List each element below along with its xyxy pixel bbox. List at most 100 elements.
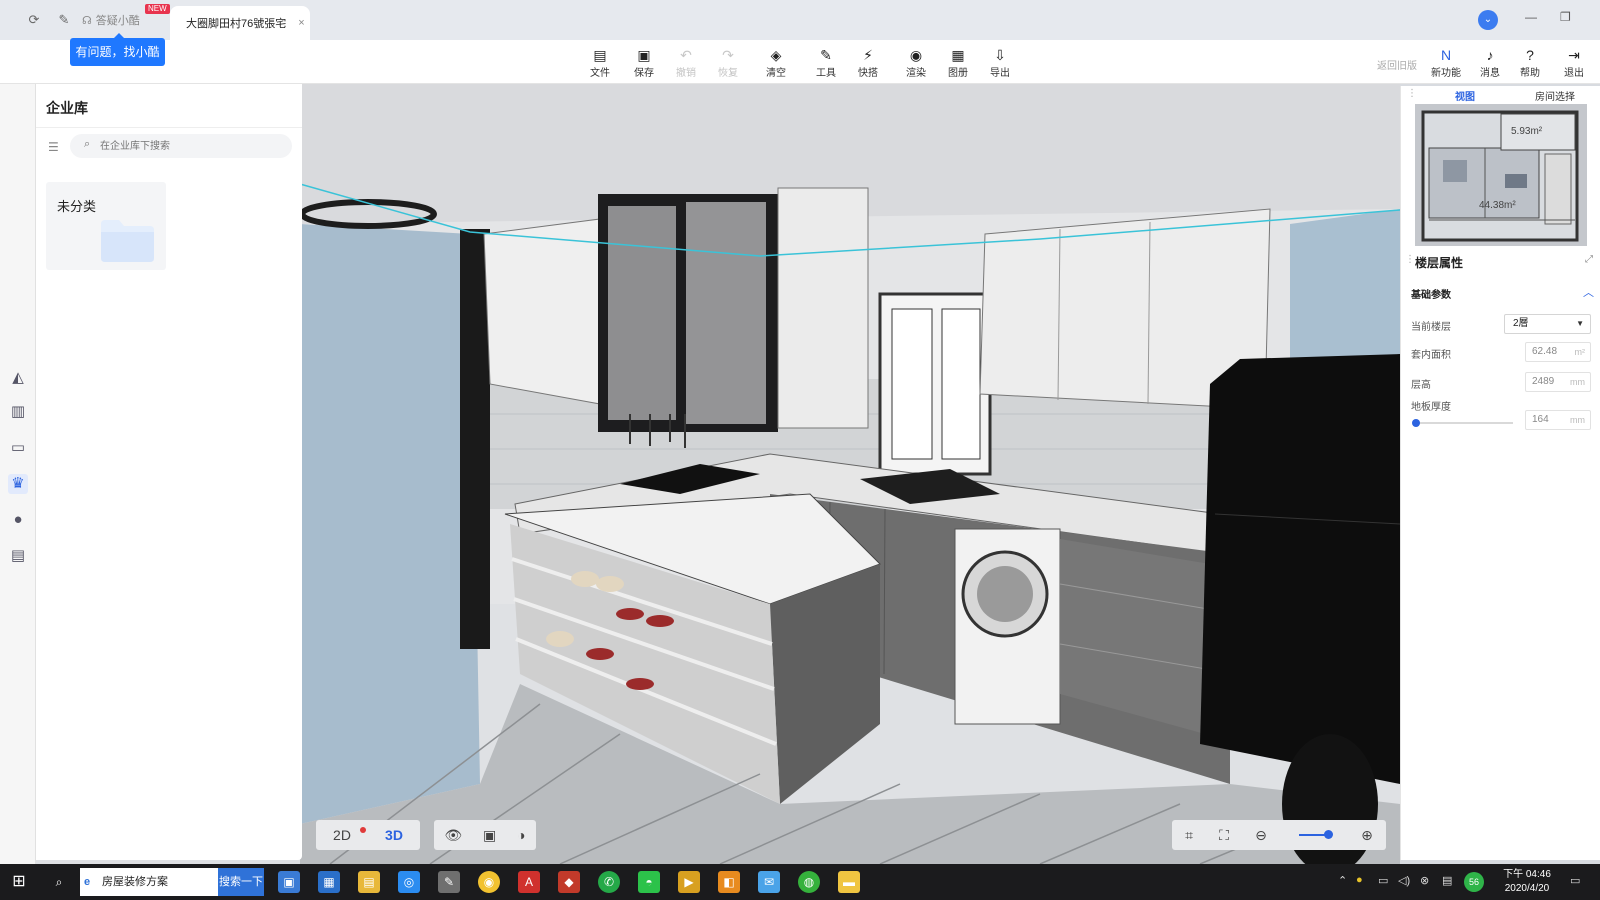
helper-tooltip[interactable]: 有问题，找小酷 bbox=[70, 33, 165, 66]
list-view-icon[interactable]: ☰ bbox=[48, 140, 59, 154]
restore-icon[interactable]: ❐ bbox=[1560, 10, 1571, 24]
paint-app-icon[interactable]: ✎ bbox=[438, 871, 460, 893]
slider-knob[interactable] bbox=[1412, 419, 1420, 427]
chevron-up-icon[interactable]: ⌃ bbox=[1338, 874, 1347, 887]
refresh-icon[interactable]: ⟳ bbox=[26, 12, 42, 28]
cube-icon[interactable]: ▣ bbox=[483, 820, 496, 850]
notification-icon[interactable]: ▭ bbox=[1570, 874, 1580, 887]
tab-view[interactable]: 视图 bbox=[1455, 88, 1475, 103]
enterprise-library-icon[interactable]: ♛ bbox=[8, 474, 28, 494]
ie-icon: e bbox=[84, 876, 91, 888]
back-old-version-link[interactable]: 返回旧版 bbox=[1377, 57, 1417, 72]
eraser-button[interactable]: ◈ 清空 bbox=[756, 46, 796, 80]
tab-project[interactable]: 大圈脚田村76號張宅 × bbox=[170, 6, 310, 40]
minimize-icon[interactable]: — bbox=[1525, 10, 1537, 24]
tab-helper[interactable]: ☊ 答疑小酷 bbox=[82, 10, 140, 30]
taskbar-search-button[interactable]: 搜索一下 bbox=[218, 868, 264, 896]
zoom-out-icon[interactable]: ⊖ bbox=[1255, 820, 1267, 850]
mode-2d-label: 2D bbox=[333, 827, 351, 843]
new-feature-button[interactable]: N 新功能 bbox=[1426, 46, 1466, 80]
section-title: 楼层属性 bbox=[1415, 256, 1464, 270]
area-unit: m² bbox=[1574, 347, 1586, 357]
search-icon[interactable]: ⌕ bbox=[48, 871, 70, 893]
clock[interactable]: 下午 04:46 2020/4/20 bbox=[1498, 868, 1556, 896]
sketchup-icon[interactable]: ◆ bbox=[558, 871, 580, 893]
zoom-slider-knob[interactable] bbox=[1323, 830, 1333, 839]
save-button[interactable]: ▣ 保存 bbox=[624, 46, 664, 80]
whatsapp-icon[interactable]: ✆ bbox=[598, 871, 620, 893]
zoom-slider[interactable] bbox=[1298, 830, 1333, 839]
toolbar-label: 新功能 bbox=[1431, 68, 1461, 79]
floor-height-field[interactable]: 2489 mm bbox=[1525, 372, 1591, 392]
network-icon[interactable]: ▭ bbox=[1378, 874, 1388, 887]
file-explorer-icon[interactable]: ▬ bbox=[838, 871, 860, 893]
media-player-icon[interactable]: ▶ bbox=[678, 871, 700, 893]
chevrons-down-icon[interactable]: ⌄ bbox=[1478, 10, 1498, 30]
windows-start-icon[interactable]: ⊞ bbox=[8, 871, 30, 893]
toolbar-label: 文件 bbox=[590, 68, 610, 79]
folder-card[interactable]: 未分类 bbox=[46, 182, 166, 270]
camera-button[interactable]: ◉ 渲染 bbox=[896, 46, 936, 80]
app-icon-3[interactable]: ◧ bbox=[718, 871, 740, 893]
kujiale-app-icon[interactable]: ◎ bbox=[398, 871, 420, 893]
app-icon-2[interactable]: ▦ bbox=[318, 871, 340, 893]
app-icon-4[interactable]: ◍ bbox=[798, 871, 820, 893]
bell-button[interactable]: ♪ 消息 bbox=[1470, 46, 1510, 80]
close-circle-icon[interactable]: ⊗ bbox=[1420, 874, 1429, 887]
export-button[interactable]: ⇩ 导出 bbox=[980, 46, 1020, 80]
zoom-controls: ⌗ ⛶ ⊖ ⊕ bbox=[1172, 820, 1386, 850]
expand-icon[interactable]: ⤢ bbox=[1585, 254, 1593, 265]
current-floor-value: 2層 bbox=[1513, 318, 1529, 329]
close-icon[interactable]: × bbox=[298, 17, 304, 29]
mode-3d-button[interactable]: 3D bbox=[368, 820, 420, 850]
fit-view-icon[interactable]: ⛶ bbox=[1219, 820, 1229, 850]
pin-icon[interactable]: ✎ bbox=[56, 12, 72, 28]
floor-thickness-field[interactable]: 164 mm bbox=[1525, 410, 1591, 430]
folder-app-icon[interactable]: ▤ bbox=[358, 871, 380, 893]
mail-app-icon[interactable]: ✉ bbox=[758, 871, 780, 893]
chevron-up-icon[interactable]: ︿ bbox=[1583, 284, 1594, 300]
floor-height-label: 层高 bbox=[1411, 380, 1431, 391]
eye-icon[interactable]: 👁 bbox=[444, 820, 462, 850]
redo-button[interactable]: ↷ 恢复 bbox=[708, 46, 748, 80]
album-button[interactable]: ▦ 图册 bbox=[938, 46, 978, 80]
chrome-icon[interactable]: ◉ bbox=[478, 871, 500, 893]
tab-room-select[interactable]: 房间选择 bbox=[1535, 88, 1575, 103]
toolbar-label: 图册 bbox=[948, 68, 968, 79]
toolbar-label: 退出 bbox=[1564, 68, 1584, 79]
area-label: 套内面积 bbox=[1411, 350, 1451, 361]
floor-plan-icon[interactable]: ◭ bbox=[8, 368, 28, 388]
app-icon-1[interactable]: ▣ bbox=[278, 871, 300, 893]
mode-2d-button[interactable]: 2D bbox=[316, 820, 368, 850]
user-icon[interactable]: ● bbox=[8, 510, 28, 530]
lightning-button[interactable]: ⚡ 快搭 bbox=[848, 46, 888, 80]
drag-handle-icon[interactable]: ⋮ bbox=[1405, 254, 1415, 265]
tray-app-icon[interactable]: ● bbox=[1356, 874, 1363, 886]
screenshot-icon[interactable]: ⌗ bbox=[1185, 820, 1193, 850]
toolbar-label: 帮助 bbox=[1520, 68, 1540, 79]
compass-icon[interactable]: ◑ bbox=[517, 820, 525, 850]
current-floor-select[interactable]: 2層 ▼ bbox=[1504, 314, 1591, 334]
acrobat-icon[interactable]: A bbox=[518, 871, 540, 893]
keyboard-icon[interactable]: ▤ bbox=[1442, 874, 1452, 887]
floor-minimap[interactable]: 5.93m² 44.38m² bbox=[1415, 104, 1587, 246]
library-search-input[interactable] bbox=[70, 134, 292, 158]
door-icon[interactable]: ▥ bbox=[8, 402, 28, 422]
tray-badge[interactable]: 56 bbox=[1464, 872, 1484, 892]
logout-button[interactable]: ⇥ 退出 bbox=[1554, 46, 1594, 80]
drag-handle-icon[interactable]: ⋮ bbox=[1407, 88, 1417, 99]
volume-icon[interactable]: ◁) bbox=[1398, 874, 1410, 887]
help-button[interactable]: ? 帮助 bbox=[1510, 46, 1550, 80]
taskbar-search-input[interactable]: e 房屋装修方案 bbox=[80, 868, 218, 896]
floor-height-value: 2489 bbox=[1532, 376, 1555, 387]
undo-button[interactable]: ↶ 撤销 bbox=[666, 46, 706, 80]
zoom-in-icon[interactable]: ⊕ bbox=[1361, 820, 1373, 850]
wrench-button[interactable]: ✎ 工具 bbox=[806, 46, 846, 80]
new-feature-icon: N bbox=[1440, 47, 1452, 63]
file-button[interactable]: ▤ 文件 bbox=[580, 46, 620, 80]
sofa-icon[interactable]: ▭ bbox=[8, 438, 28, 458]
floor-thickness-slider[interactable] bbox=[1412, 419, 1513, 427]
cabinet-icon[interactable]: ▤ bbox=[8, 546, 28, 566]
wechat-icon[interactable]: ◓ bbox=[638, 871, 660, 893]
album-icon: ▦ bbox=[951, 47, 965, 63]
